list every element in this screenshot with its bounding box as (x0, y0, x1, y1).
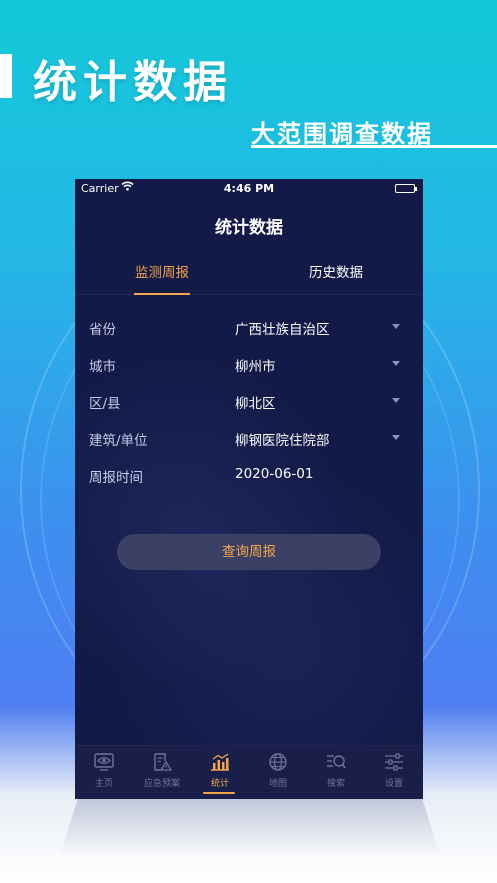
city-select[interactable]: 城市 柳州市 (75, 346, 423, 382)
chevron-down-icon (392, 324, 400, 329)
tab-history-data[interactable]: 历史数据 (249, 261, 423, 281)
headline-accent-bar (0, 54, 12, 98)
battery-icon (395, 184, 417, 193)
tabs-divider (75, 294, 423, 295)
tabbar-label: 主页 (94, 779, 113, 789)
tabbar-item-map[interactable]: 地图 (249, 746, 307, 799)
active-tab-indicator (203, 792, 235, 794)
promo-headline: 统计数据 (0, 42, 497, 112)
report-date-value: 2020-06-01 (235, 466, 314, 482)
tabbar-item-home[interactable]: 主页 (75, 746, 133, 799)
status-time: 4:46 PM (223, 182, 275, 195)
search-list-icon (327, 755, 346, 769)
promo-subtitle-underline (251, 145, 497, 148)
chevron-down-icon (392, 435, 400, 440)
tabbar-label: 统计 (210, 779, 229, 789)
city-label: 城市 (89, 359, 116, 375)
tabbar-label: 应急预案 (143, 779, 180, 789)
phone-screen: Carrier 4:46 PM 统计数据 监测周报 历史数据 省份 广西壮族自治… (75, 179, 423, 799)
promo-title: 统计数据 (33, 57, 233, 108)
district-label: 区/县 (89, 396, 121, 412)
report-date-field[interactable]: 周报时间 2020-06-01 (75, 457, 423, 493)
phone-reflection (60, 795, 440, 855)
sliders-icon (385, 753, 403, 771)
warning-document-icon (154, 753, 172, 771)
globe-icon (269, 753, 287, 771)
building-value: 柳钢医院住院部 (235, 433, 330, 449)
tabbar-item-emergency-plan[interactable]: 应急预案 (133, 746, 191, 799)
province-value: 广西壮族自治区 (235, 322, 330, 338)
eye-monitor-icon (94, 753, 114, 771)
tabbar-label: 搜索 (326, 779, 345, 789)
district-value: 柳北区 (235, 396, 276, 412)
chevron-down-icon (392, 361, 400, 366)
province-label: 省份 (89, 322, 116, 338)
status-bar: Carrier 4:46 PM (75, 179, 423, 199)
tabbar-label: 设置 (384, 779, 403, 789)
tabbar-item-search[interactable]: 搜索 (307, 746, 365, 799)
tabbar-label: 地图 (268, 779, 287, 789)
page-title: 统计数据 (215, 218, 283, 238)
province-select[interactable]: 省份 广西壮族自治区 (75, 309, 423, 345)
tabbar-item-settings[interactable]: 设置 (365, 746, 423, 799)
building-select[interactable]: 建筑/单位 柳钢医院住院部 (75, 420, 423, 456)
building-label: 建筑/单位 (89, 433, 148, 449)
bottom-tab-bar: 主页 应急预案 统计 地图 搜索 设置 (75, 745, 423, 799)
district-select[interactable]: 区/县 柳北区 (75, 383, 423, 419)
bar-chart-icon (211, 753, 229, 771)
tab-weekly-report[interactable]: 监测周报 (75, 261, 249, 281)
chevron-down-icon (392, 398, 400, 403)
promo-subtitle: 大范围调查数据 (251, 120, 433, 148)
city-value: 柳州市 (235, 359, 276, 375)
query-report-button[interactable]: 查询周报 (117, 534, 381, 570)
segment-tabs: 监测周报 历史数据 (75, 255, 423, 295)
report-date-label: 周报时间 (89, 470, 143, 486)
